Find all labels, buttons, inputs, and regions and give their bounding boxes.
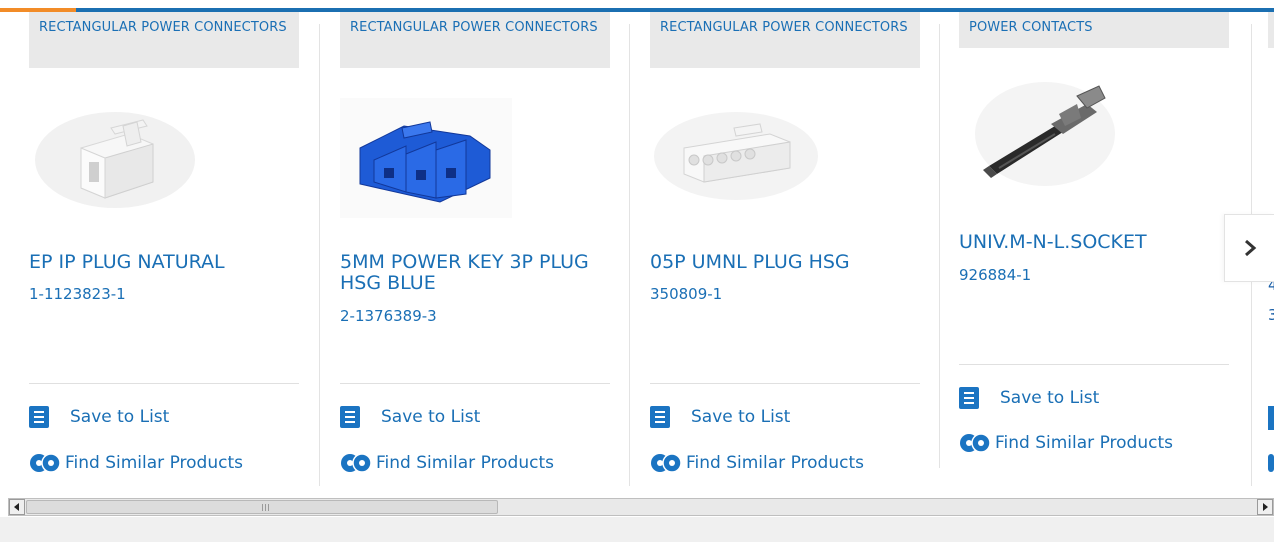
save-to-list-button[interactable]: Save to List	[29, 404, 169, 430]
checklist-icon	[29, 406, 49, 428]
find-similar-button[interactable]: Find Similar Products	[340, 450, 554, 476]
horizontal-scrollbar[interactable]	[8, 498, 1274, 516]
checklist-icon	[1268, 406, 1274, 430]
save-to-list-label: Save to List	[1000, 388, 1100, 408]
part-number: 926884-1	[959, 266, 1032, 284]
product-card: RECTANGULAR POWER CONNECTORS 05P UMNL PL…	[650, 12, 940, 496]
find-similar-label: Find Similar Products	[376, 453, 554, 473]
checklist-icon	[650, 406, 670, 428]
product-title[interactable]: 5MM POWER KEY 3P PLUG HSG BLUE	[340, 252, 615, 294]
part-number: 3	[1268, 306, 1274, 324]
find-similar-label: Find Similar Products	[995, 433, 1173, 453]
product-image[interactable]	[340, 98, 512, 218]
find-similar-button[interactable]: Find Similar Products	[959, 430, 1173, 456]
product-category[interactable]: RECTANGULAR POWER CONNECTORS	[650, 12, 920, 68]
similar-products-icon	[960, 433, 991, 453]
product-card: RECTANGULAR POWER CONNECTORS EP IP PLUG …	[29, 12, 319, 496]
grip-icon	[262, 504, 271, 511]
scroll-right-button[interactable]	[1257, 499, 1273, 515]
part-number: 2-1376389-3	[340, 307, 437, 325]
save-to-list-label: Save to List	[691, 407, 791, 427]
find-similar-button[interactable]: Find Similar Products	[650, 450, 864, 476]
product-card: POWER CONTACTS UNIV.M-N-L.SOCKET 926884-…	[959, 12, 1249, 496]
product-category[interactable]: RECTANGULAR POWER CONNECTORS	[29, 12, 299, 68]
product-title[interactable]: UNIV.M-N-L.SOCKET	[959, 232, 1234, 253]
page-footer-area	[0, 517, 1274, 542]
save-to-list-button[interactable]: Save to List	[340, 404, 480, 430]
product-image[interactable]	[650, 98, 822, 218]
arrow-left-icon	[14, 503, 19, 511]
similar-products-icon	[651, 453, 682, 473]
product-title[interactable]: EP IP PLUG NATURAL	[29, 252, 304, 273]
find-similar-label: Find Similar Products	[65, 453, 243, 473]
card-separator	[629, 24, 630, 486]
divider	[29, 383, 299, 384]
save-to-list-button[interactable]: Save to List	[959, 385, 1099, 411]
product-title[interactable]: 05P UMNL PLUG HSG	[650, 252, 925, 273]
card-separator	[939, 24, 940, 468]
find-similar-label: Find Similar Products	[686, 453, 864, 473]
arrow-right-icon	[1263, 503, 1268, 511]
checklist-icon	[340, 406, 360, 428]
product-category[interactable]: RECTANGULAR POWER CONNECTORS	[340, 12, 610, 68]
part-number: 1-1123823-1	[29, 285, 126, 303]
carousel-next-button[interactable]	[1224, 214, 1274, 282]
find-similar-button[interactable]: Find Similar Products	[29, 450, 243, 476]
product-image[interactable]	[29, 98, 201, 218]
scroll-left-button[interactable]	[9, 499, 25, 515]
save-to-list-button[interactable]: Save to List	[650, 404, 790, 430]
product-card: RECTANGULAR POWER CONNECTORS 5MM POWER K…	[340, 12, 630, 496]
divider	[650, 383, 920, 384]
top-accent-bar	[0, 0, 1274, 12]
card-separator	[319, 24, 320, 486]
part-number: 350809-1	[650, 285, 723, 303]
similar-products-icon	[30, 453, 61, 473]
similar-products-icon	[1268, 454, 1274, 472]
save-to-list-label: Save to List	[70, 407, 170, 427]
product-category	[1268, 12, 1274, 48]
divider	[959, 364, 1229, 365]
save-to-list-label: Save to List	[381, 407, 481, 427]
product-category[interactable]: POWER CONTACTS	[959, 12, 1229, 48]
divider	[340, 383, 610, 384]
product-image[interactable]	[959, 74, 1131, 194]
scrollbar-thumb[interactable]	[26, 500, 498, 514]
product-carousel: RECTANGULAR POWER CONNECTORS EP IP PLUG …	[0, 12, 1274, 496]
similar-products-icon	[341, 453, 372, 473]
chevron-right-icon	[1244, 239, 1256, 257]
checklist-icon	[959, 387, 979, 409]
